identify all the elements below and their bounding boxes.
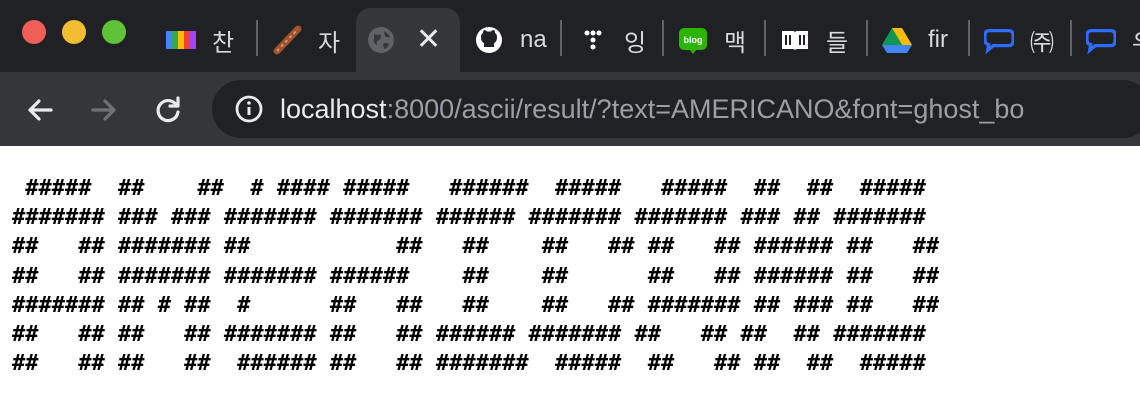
tab-separator <box>560 20 562 56</box>
tab-title: 찬 <box>212 29 235 57</box>
blog-icon: blog <box>678 25 708 55</box>
address-bar[interactable]: localhost:8000/ascii/result/?text=AMERIC… <box>212 80 1140 138</box>
tab-separator <box>764 20 766 56</box>
site-info-icon[interactable] <box>234 94 264 124</box>
close-window-button[interactable] <box>22 20 46 44</box>
reload-icon[interactable] <box>148 90 188 130</box>
tab-separator <box>866 20 868 56</box>
chat-bubble-icon <box>1086 25 1116 55</box>
tab-separator <box>256 20 258 56</box>
tab-separator <box>662 20 664 56</box>
tab-2[interactable]: 자 <box>262 8 350 72</box>
book-icon <box>780 25 810 55</box>
tab-title: 자 <box>318 29 341 57</box>
tab-strip: 찬 자 ✕ na 잉 blog 맥 들 fir ㈜ <box>0 0 1140 72</box>
tab-1[interactable]: 찬 <box>156 8 250 72</box>
ascii-art-output: ##### ## ## # #### ##### ###### ##### ##… <box>12 176 940 377</box>
url-host: localhost <box>280 93 387 124</box>
tab-title: fir <box>928 26 948 53</box>
tab-active[interactable]: ✕ <box>356 8 460 72</box>
tab-separator <box>1070 20 1072 56</box>
brush-icon <box>272 25 302 55</box>
tab-5[interactable]: 잉 <box>568 8 660 72</box>
tab-title: 잉 <box>624 29 647 57</box>
tab-7[interactable]: 들 <box>770 8 864 72</box>
github-icon <box>474 25 504 55</box>
back-arrow-icon[interactable] <box>20 90 60 130</box>
page-content: ##### ## ## # #### ##### ###### ##### ##… <box>0 146 1140 404</box>
tab-separator <box>968 20 970 56</box>
svg-text:blog: blog <box>684 35 703 45</box>
tab-title: 우 <box>1132 23 1140 58</box>
maximize-window-button[interactable] <box>102 20 126 44</box>
browser-toolbar: localhost:8000/ascii/result/?text=AMERIC… <box>0 72 1140 146</box>
globe-icon <box>366 25 396 55</box>
tab-4[interactable]: na <box>464 8 556 72</box>
tab-10[interactable]: 우 <box>1076 8 1140 72</box>
google-drive-icon <box>882 25 912 55</box>
tab-title: ㈜ <box>1030 29 1054 57</box>
chat-bubble-icon <box>984 25 1014 55</box>
tab-8[interactable]: fir <box>872 8 966 72</box>
tab-title: 들 <box>826 29 849 57</box>
forward-arrow-icon[interactable] <box>84 90 124 130</box>
close-tab-icon[interactable]: ✕ <box>416 25 441 55</box>
tab-9[interactable]: ㈜ <box>974 8 1066 72</box>
minimize-window-button[interactable] <box>62 20 86 44</box>
tab-6[interactable]: blog 맥 <box>668 8 762 72</box>
colorful-bar-icon <box>166 25 196 55</box>
tab-title: na <box>520 26 547 53</box>
url-text[interactable]: localhost:8000/ascii/result/?text=AMERIC… <box>280 94 1024 125</box>
tab-title: 맥 <box>724 29 747 57</box>
dots-icon <box>578 25 608 55</box>
url-path: :8000/ascii/result/?text=AMERICANO&font=… <box>386 93 1025 124</box>
